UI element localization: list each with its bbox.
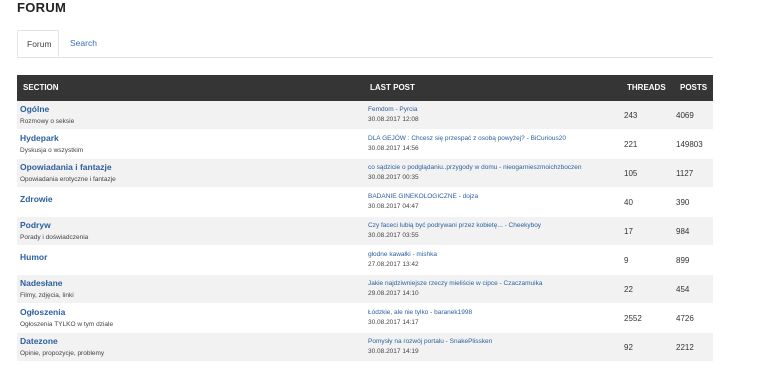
table-header: SECTION LAST POST THREADS POSTS <box>17 75 713 101</box>
table-row: Hydepark Dyskusja o wszystkim DLA GEJÓW : … <box>17 130 713 159</box>
section-title-link[interactable]: Ogłoszenia <box>20 307 65 317</box>
posts-count: 4069 <box>676 111 694 120</box>
section-title-link[interactable]: Datezone <box>20 336 58 346</box>
section-description: Opinie, propozycje, problemy <box>20 350 105 357</box>
threads-count: 9 <box>624 256 629 265</box>
header-threads: THREADS <box>627 83 666 92</box>
section-title-link[interactable]: Opowiadania i fantazje <box>20 162 112 172</box>
table-row: Podryw Porady i doświadczenia Czy faceci l… <box>17 217 713 246</box>
last-post-date: 30.08.2017 03:55 <box>368 232 419 239</box>
posts-count: 2212 <box>676 343 694 352</box>
posts-count: 899 <box>676 256 690 265</box>
section-description: Rozmowy o seksie <box>20 118 75 125</box>
table-row: Ogólne Rozmowy o seksie Femdom - Pyrcia 30.… <box>17 101 713 130</box>
last-post-link[interactable]: co sądzicie o podglądaniu..przygody w do… <box>368 164 582 171</box>
header-posts: POSTS <box>680 83 708 92</box>
section-title-link[interactable]: Humor <box>20 252 47 262</box>
last-post-link[interactable]: Pomysły na rozwój portalu - SnakePlisske… <box>368 338 492 345</box>
last-post-link[interactable]: Czy faceci lubią być podrywani przez kob… <box>368 222 541 229</box>
table-row: Humor głodne kawałki - mishka 27.08.2017 1… <box>17 246 713 275</box>
last-post-date: 30.08.2017 04:47 <box>368 203 419 210</box>
page-title: FORUM <box>17 0 67 15</box>
header-last-post: LAST POST <box>370 83 415 92</box>
section-description: Filmy, zdjęcia, linki <box>20 292 74 299</box>
section-description: Porady i doświadczenia <box>20 234 89 241</box>
last-post-date: 30.08.2017 14:56 <box>368 145 419 152</box>
last-post-date: 30.08.2017 14:17 <box>368 319 419 326</box>
last-post-link[interactable]: Jakie najdziwniejsze rzeczy mieliście w … <box>368 280 542 287</box>
last-post-link[interactable]: BADANIE GINEKOLOGICZNE - dojza <box>368 193 478 200</box>
posts-count: 454 <box>676 285 690 294</box>
table-body: Ogólne Rozmowy o seksie Femdom - Pyrcia 30.… <box>17 101 713 362</box>
threads-count: 2552 <box>624 314 642 323</box>
tab-bar: Forum Search <box>17 30 713 58</box>
tab-search[interactable]: Search <box>61 30 106 57</box>
posts-count: 149803 <box>676 140 703 149</box>
header-section: SECTION <box>23 83 59 92</box>
last-post-link[interactable]: Femdom - Pyrcia <box>368 106 417 113</box>
posts-count: 1127 <box>676 169 694 178</box>
threads-count: 105 <box>624 169 638 178</box>
table-row: Datezone Opinie, propozycje, problemy Pomy… <box>17 333 713 362</box>
table-row: Zdrowie BADANIE GINEKOLOGICZNE - dojza 30.… <box>17 188 713 217</box>
section-description: Opowiadania erotyczne i fantazje <box>20 176 116 183</box>
last-post-date: 27.08.2017 13:42 <box>368 261 419 268</box>
last-post-date: 30.08.2017 12:08 <box>368 116 419 123</box>
section-title-link[interactable]: Ogólne <box>20 104 49 114</box>
section-title-link[interactable]: Hydepark <box>20 133 59 143</box>
posts-count: 390 <box>676 198 690 207</box>
posts-count: 984 <box>676 227 690 236</box>
section-title-link[interactable]: Podryw <box>20 220 51 230</box>
last-post-date: 29.08.2017 14:10 <box>368 290 419 297</box>
section-description: Dyskusja o wszystkim <box>20 147 84 154</box>
table-row: Opowiadania i fantazje Opowiadania erotyc… <box>17 159 713 188</box>
tab-forum[interactable]: Forum <box>17 30 59 57</box>
posts-count: 4726 <box>676 314 694 323</box>
section-title-link[interactable]: Zdrowie <box>20 194 53 204</box>
last-post-link[interactable]: głodne kawałki - mishka <box>368 251 437 258</box>
last-post-link[interactable]: DLA GEJÓW : Chcesz się przespać z osobą … <box>368 135 566 142</box>
table-row: Ogłoszenia Ogłoszenia TYLKO w tym dziale Ł… <box>17 304 713 333</box>
last-post-date: 30.08.2017 00:35 <box>368 174 419 181</box>
section-description: Ogłoszenia TYLKO w tym dziale <box>20 321 114 328</box>
forum-table: SECTION LAST POST THREADS POSTS Ogólne Ro… <box>17 75 713 362</box>
threads-count: 17 <box>624 227 633 236</box>
threads-count: 221 <box>624 140 638 149</box>
threads-count: 22 <box>624 285 633 294</box>
threads-count: 40 <box>624 198 633 207</box>
threads-count: 243 <box>624 111 638 120</box>
last-post-link[interactable]: Łódzkie, ale nie tylko - baranek1998 <box>368 309 472 316</box>
last-post-date: 30.08.2017 14:19 <box>368 348 419 355</box>
section-title-link[interactable]: Nadesłane <box>20 278 63 288</box>
table-row: Nadesłane Filmy, zdjęcia, linki Jakie najd… <box>17 275 713 304</box>
threads-count: 92 <box>624 343 633 352</box>
